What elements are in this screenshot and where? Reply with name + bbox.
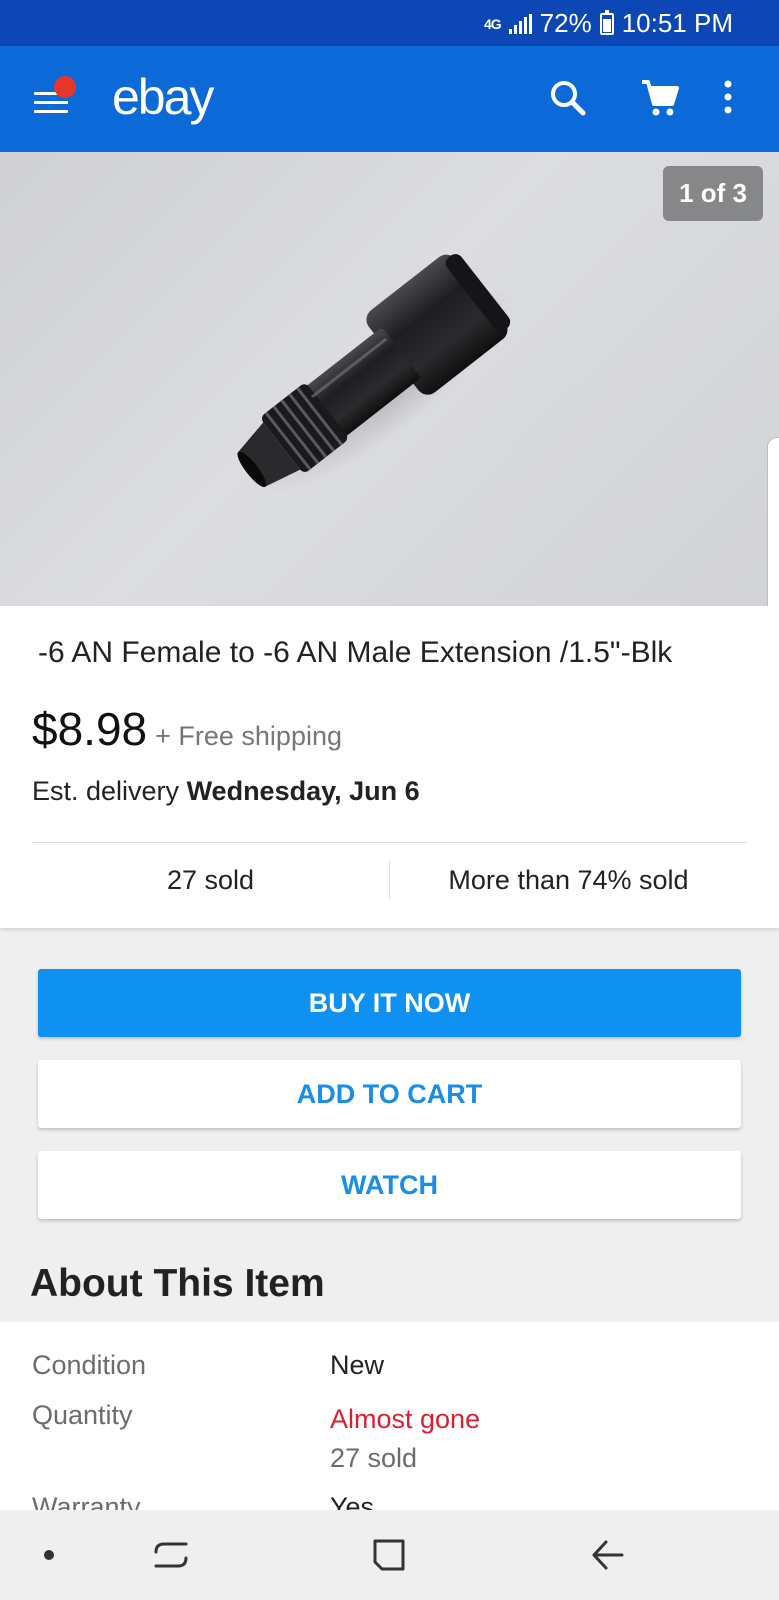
sold-count: 27 sold	[166, 865, 255, 895]
home-icon[interactable]	[364, 1530, 414, 1580]
quantity-label: Quantity	[32, 1400, 133, 1430]
condition-value: New	[330, 1350, 385, 1380]
back-icon[interactable]	[582, 1530, 632, 1580]
product-image-gallery[interactable]: 1 of 3	[0, 152, 779, 606]
system-nav-bar	[0, 1510, 779, 1600]
hamburger-menu-icon[interactable]	[34, 76, 76, 116]
app-bar: ebay	[0, 46, 779, 152]
sold-percent: More than 74% sold	[448, 865, 689, 895]
add-to-cart-button[interactable]: ADD TO CART	[38, 1060, 741, 1128]
price: $8.98	[32, 703, 148, 755]
buy-it-now-button[interactable]: BUY IT NOW	[38, 969, 741, 1037]
ebay-logo[interactable]: ebay	[112, 68, 214, 126]
status-icons: 4G 72% 10:51 PM	[484, 8, 733, 39]
delivery-label: Est. delivery	[32, 776, 187, 806]
recent-apps-icon[interactable]	[146, 1530, 196, 1580]
item-details: Condition New Quantity Almost gone 27 so…	[0, 1322, 779, 1510]
sales-stats: 27 sold More than 74% sold	[32, 854, 747, 906]
quantity-sold: 27 sold	[330, 1443, 418, 1473]
search-icon[interactable]	[546, 76, 590, 120]
battery-icon	[599, 9, 614, 35]
more-vertical-icon[interactable]	[714, 76, 742, 120]
divider	[32, 842, 747, 843]
product-title: -6 AN Female to -6 AN Male Extension /1.…	[38, 636, 673, 669]
clock: 10:51 PM	[621, 8, 733, 38]
status-bar: 4G 72% 10:51 PM	[0, 0, 779, 46]
watch-button[interactable]: WATCH	[38, 1151, 741, 1219]
warranty-value: Yes	[330, 1492, 375, 1510]
price-row: $8.98 + Free shipping	[32, 702, 342, 756]
dot-icon[interactable]	[24, 1530, 74, 1580]
product-image	[237, 254, 514, 496]
delivery-date: Wednesday, Jun 6	[186, 776, 420, 806]
quantity-status: Almost gone	[330, 1404, 481, 1434]
about-section-title: About This Item	[30, 1262, 325, 1305]
signal-icon	[508, 13, 532, 34]
estimated-delivery: Est. delivery Wednesday, Jun 6	[32, 776, 420, 807]
warranty-label: Warranty	[32, 1492, 141, 1510]
condition-label: Condition	[32, 1350, 147, 1380]
network-type: 4G	[483, 15, 502, 32]
battery-percent: 72%	[539, 8, 592, 38]
image-counter: 1 of 3	[663, 166, 763, 221]
shipping-info: + Free shipping	[155, 721, 342, 751]
screen: 4G 72% 10:51 PM ebay 1 of 3 -6 AN Female…	[0, 0, 779, 1600]
cart-icon[interactable]	[638, 76, 682, 120]
product-summary: -6 AN Female to -6 AN Male Extension /1.…	[0, 606, 779, 928]
notification-dot	[54, 76, 76, 98]
